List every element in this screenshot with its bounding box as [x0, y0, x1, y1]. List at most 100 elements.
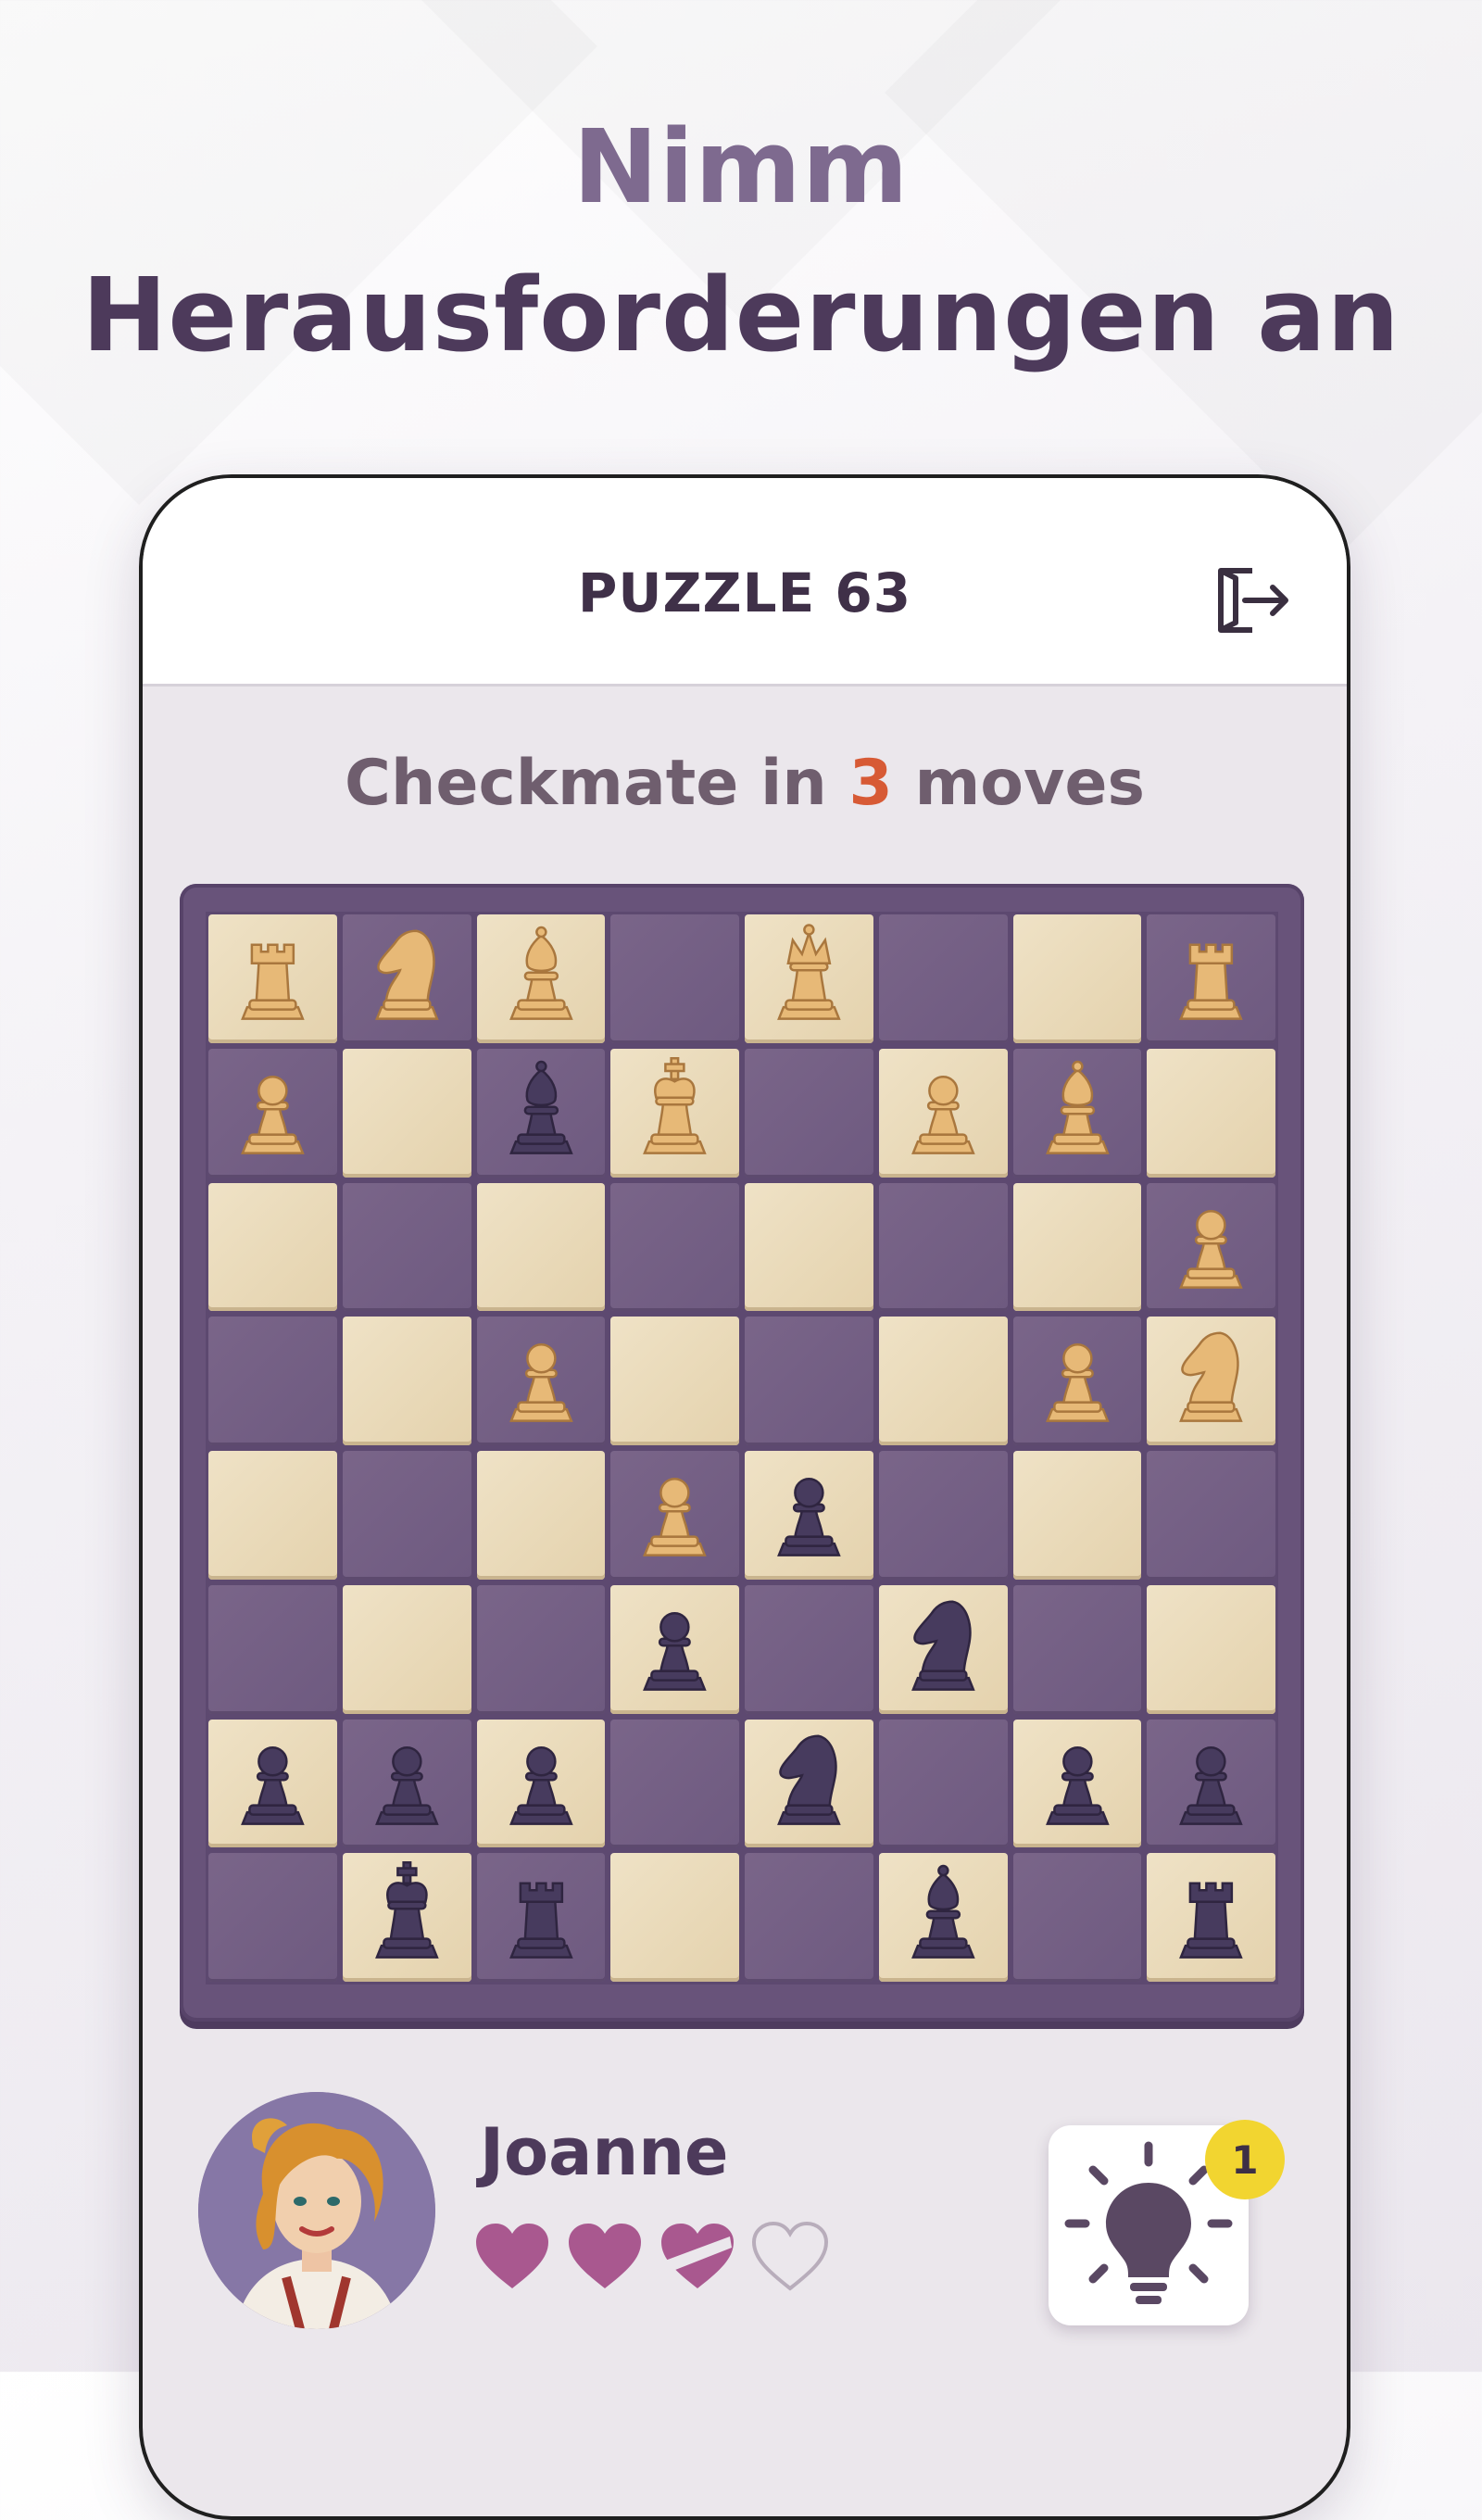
white-pawn-icon[interactable]	[1147, 1183, 1275, 1312]
board-square[interactable]	[342, 1317, 471, 1445]
board-square[interactable]	[1012, 1182, 1142, 1312]
board-square[interactable]	[476, 1048, 606, 1178]
lives-hearts	[472, 2220, 830, 2292]
black-pawn-icon[interactable]	[1013, 1720, 1142, 1848]
white-king-icon[interactable]	[610, 1049, 739, 1178]
board-square[interactable]	[342, 1451, 471, 1580]
board-square[interactable]	[745, 1719, 873, 1848]
white-pawn-icon[interactable]	[208, 1049, 337, 1178]
white-knight-icon[interactable]	[1147, 1317, 1275, 1445]
top-bar: PUZZLE 63	[143, 478, 1347, 687]
board-square[interactable]	[878, 1719, 1008, 1848]
board-square[interactable]	[610, 1182, 739, 1312]
board-square[interactable]	[1147, 1719, 1275, 1848]
black-pawn-icon[interactable]	[208, 1720, 337, 1848]
board-square[interactable]	[476, 1719, 606, 1848]
board-square[interactable]	[1012, 1584, 1142, 1714]
board-square[interactable]	[342, 1048, 471, 1178]
black-king-icon[interactable]	[343, 1853, 471, 1982]
board-square[interactable]	[476, 1317, 606, 1445]
phone-frame: PUZZLE 63 Checkmate in 3 moves Joanne 1	[139, 474, 1350, 2520]
board-square[interactable]	[208, 914, 337, 1043]
board-square[interactable]	[610, 1048, 739, 1178]
board-square[interactable]	[342, 1853, 471, 1982]
board-square[interactable]	[878, 1584, 1008, 1714]
black-pawn-icon[interactable]	[745, 1451, 873, 1580]
exit-button[interactable]	[1212, 563, 1295, 637]
white-pawn-icon[interactable]	[477, 1317, 606, 1445]
board-square[interactable]	[610, 1317, 739, 1445]
board-square[interactable]	[342, 1182, 471, 1312]
white-rook-icon[interactable]	[208, 914, 337, 1043]
board-square[interactable]	[476, 1182, 606, 1312]
white-queen-icon[interactable]	[745, 914, 873, 1043]
board-square[interactable]	[610, 914, 739, 1043]
life-heart-icon	[661, 2224, 734, 2288]
board-square[interactable]	[745, 1048, 873, 1178]
board-square[interactable]	[610, 1584, 739, 1714]
board-square[interactable]	[878, 1182, 1008, 1312]
white-knight-icon[interactable]	[343, 914, 471, 1043]
black-rook-icon[interactable]	[477, 1853, 606, 1982]
board-square[interactable]	[1147, 1584, 1275, 1714]
board-square[interactable]	[1147, 1182, 1275, 1312]
board-square[interactable]	[1012, 1451, 1142, 1580]
board-square[interactable]	[745, 914, 873, 1043]
board-square[interactable]	[208, 1853, 337, 1982]
board-square[interactable]	[1147, 1048, 1275, 1178]
board-square[interactable]	[208, 1584, 337, 1714]
board-square[interactable]	[745, 1451, 873, 1580]
board-square[interactable]	[1147, 1317, 1275, 1445]
board-square[interactable]	[745, 1853, 873, 1982]
board-square[interactable]	[878, 1451, 1008, 1580]
black-pawn-icon[interactable]	[477, 1720, 606, 1848]
board-square[interactable]	[1012, 1719, 1142, 1848]
black-bishop-icon[interactable]	[477, 1049, 606, 1178]
white-pawn-icon[interactable]	[879, 1049, 1008, 1178]
white-rook-icon[interactable]	[1147, 914, 1275, 1043]
white-bishop-icon[interactable]	[1013, 1049, 1142, 1178]
player-name: Joanne	[480, 2114, 729, 2190]
board-square[interactable]	[610, 1451, 739, 1580]
black-pawn-icon[interactable]	[1147, 1720, 1275, 1848]
board-square[interactable]	[878, 1317, 1008, 1445]
board-square[interactable]	[1012, 1048, 1142, 1178]
board-square[interactable]	[208, 1451, 337, 1580]
black-pawn-icon[interactable]	[343, 1720, 471, 1848]
board-square[interactable]	[208, 1182, 337, 1312]
board-square[interactable]	[745, 1317, 873, 1445]
black-knight-icon[interactable]	[745, 1720, 873, 1848]
board-square[interactable]	[476, 1451, 606, 1580]
board-square[interactable]	[1012, 914, 1142, 1043]
board-square[interactable]	[342, 1719, 471, 1848]
white-pawn-icon[interactable]	[1013, 1317, 1142, 1445]
board-square[interactable]	[745, 1182, 873, 1312]
black-knight-icon[interactable]	[879, 1585, 1008, 1714]
promo-headline: Nimm Herausforderungen an	[0, 93, 1482, 389]
board-square[interactable]	[1147, 1853, 1275, 1982]
board-square[interactable]	[476, 914, 606, 1043]
board-square[interactable]	[1012, 1853, 1142, 1982]
board-square[interactable]	[878, 1048, 1008, 1178]
board-square[interactable]	[342, 1584, 471, 1714]
black-rook-icon[interactable]	[1147, 1853, 1275, 1982]
black-bishop-icon[interactable]	[879, 1853, 1008, 1982]
board-square[interactable]	[476, 1584, 606, 1714]
board-square[interactable]	[1147, 914, 1275, 1043]
board-square[interactable]	[610, 1853, 739, 1982]
board-square[interactable]	[342, 914, 471, 1043]
board-square[interactable]	[745, 1584, 873, 1714]
board-square[interactable]	[1147, 1451, 1275, 1580]
white-bishop-icon[interactable]	[477, 914, 606, 1043]
board-square[interactable]	[208, 1317, 337, 1445]
chessboard[interactable]	[206, 912, 1278, 1984]
board-square[interactable]	[878, 1853, 1008, 1982]
black-pawn-icon[interactable]	[610, 1585, 739, 1714]
board-square[interactable]	[208, 1719, 337, 1848]
board-square[interactable]	[476, 1853, 606, 1982]
board-square[interactable]	[878, 914, 1008, 1043]
board-square[interactable]	[1012, 1317, 1142, 1445]
board-square[interactable]	[610, 1719, 739, 1848]
board-square[interactable]	[208, 1048, 337, 1178]
white-pawn-icon[interactable]	[610, 1451, 739, 1580]
